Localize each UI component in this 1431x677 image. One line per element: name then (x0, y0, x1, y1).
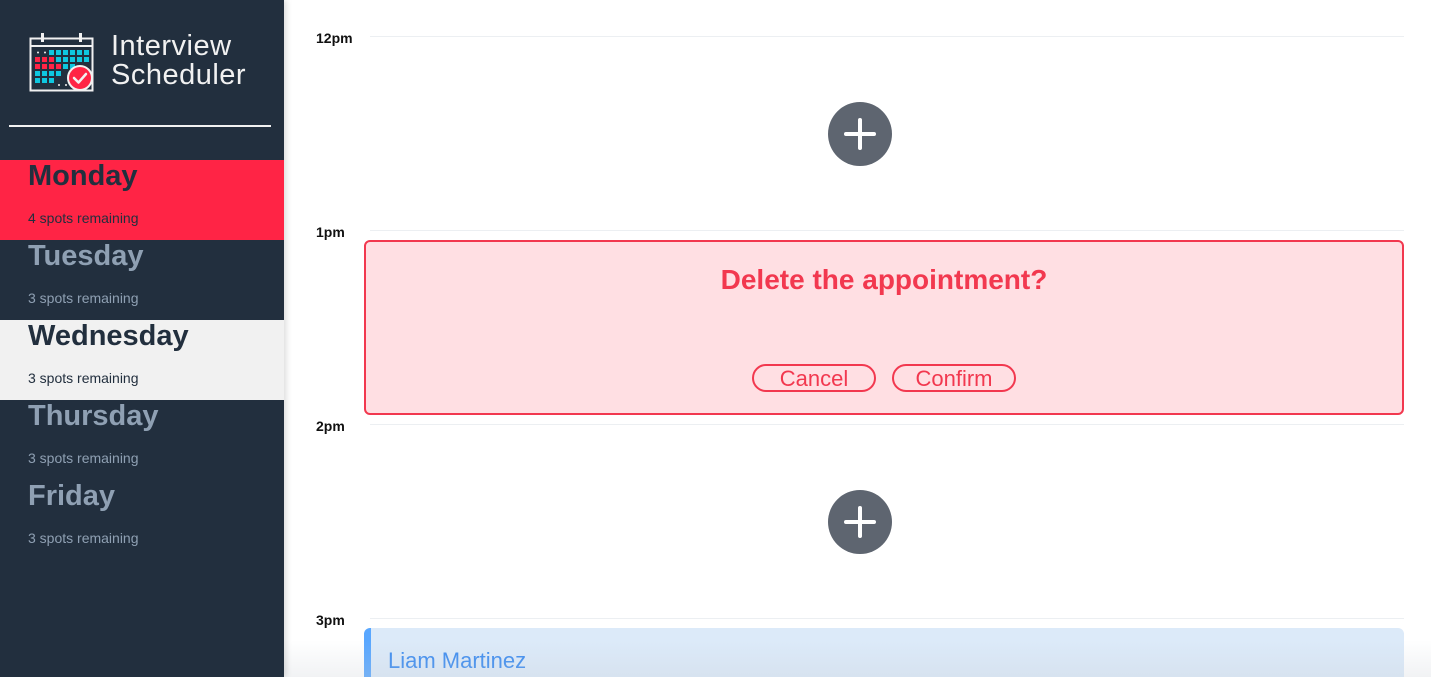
day-spots: 3 spots remaining (28, 530, 139, 546)
delete-confirm-dialog: Delete the appointment? Cancel Confirm (364, 240, 1404, 415)
time-label-1pm: 1pm (316, 224, 345, 240)
day-item-wednesday[interactable]: Wednesday 3 spots remaining (0, 320, 284, 400)
sidebar-divider (9, 125, 271, 127)
schedule: 12pm 1pm Delete the appointment? Cancel … (284, 0, 1431, 677)
app: Interview Scheduler Monday 4 spots remai… (0, 0, 1431, 677)
confirm-actions: Cancel Confirm (366, 364, 1402, 392)
day-name: Friday (28, 480, 116, 512)
day-item-friday[interactable]: Friday 3 spots remaining (0, 480, 284, 560)
time-label-12pm: 12pm (316, 30, 353, 46)
day-spots: 3 spots remaining (28, 450, 139, 466)
day-name: Tuesday (28, 240, 144, 272)
day-spots: 4 spots remaining (28, 210, 139, 226)
app-title-line2: Scheduler (111, 59, 247, 91)
time-divider (370, 618, 1404, 619)
day-name: Monday (28, 160, 138, 192)
confirm-button[interactable]: Confirm (892, 364, 1016, 392)
time-divider (370, 36, 1404, 37)
time-label-3pm: 3pm (316, 612, 345, 628)
confirm-message: Delete the appointment? (720, 264, 1048, 295)
app-title: Interview Scheduler (111, 32, 246, 90)
day-spots: 3 spots remaining (28, 370, 139, 386)
brand: Interview Scheduler (29, 32, 269, 94)
add-appointment-button[interactable] (828, 490, 892, 554)
day-item-tuesday[interactable]: Tuesday 3 spots remaining (0, 240, 284, 320)
calendar-check-icon (29, 33, 94, 92)
day-name: Thursday (28, 400, 159, 432)
day-spots: 3 spots remaining (28, 290, 139, 306)
appointment-card[interactable]: Liam Martinez (364, 628, 1404, 677)
appointment-student-name: Liam Martinez (388, 648, 527, 673)
sidebar: Interview Scheduler Monday 4 spots remai… (0, 0, 284, 677)
day-list: Monday 4 spots remaining Tuesday 3 spots… (0, 160, 284, 560)
day-name: Wednesday (28, 320, 189, 352)
app-title-line1: Interview (111, 30, 232, 62)
day-item-thursday[interactable]: Thursday 3 spots remaining (0, 400, 284, 480)
time-label-2pm: 2pm (316, 418, 345, 434)
add-appointment-button[interactable] (828, 102, 892, 166)
day-item-monday[interactable]: Monday 4 spots remaining (0, 160, 284, 240)
time-divider (370, 424, 1404, 425)
cancel-button[interactable]: Cancel (752, 364, 876, 392)
time-divider (370, 230, 1404, 231)
